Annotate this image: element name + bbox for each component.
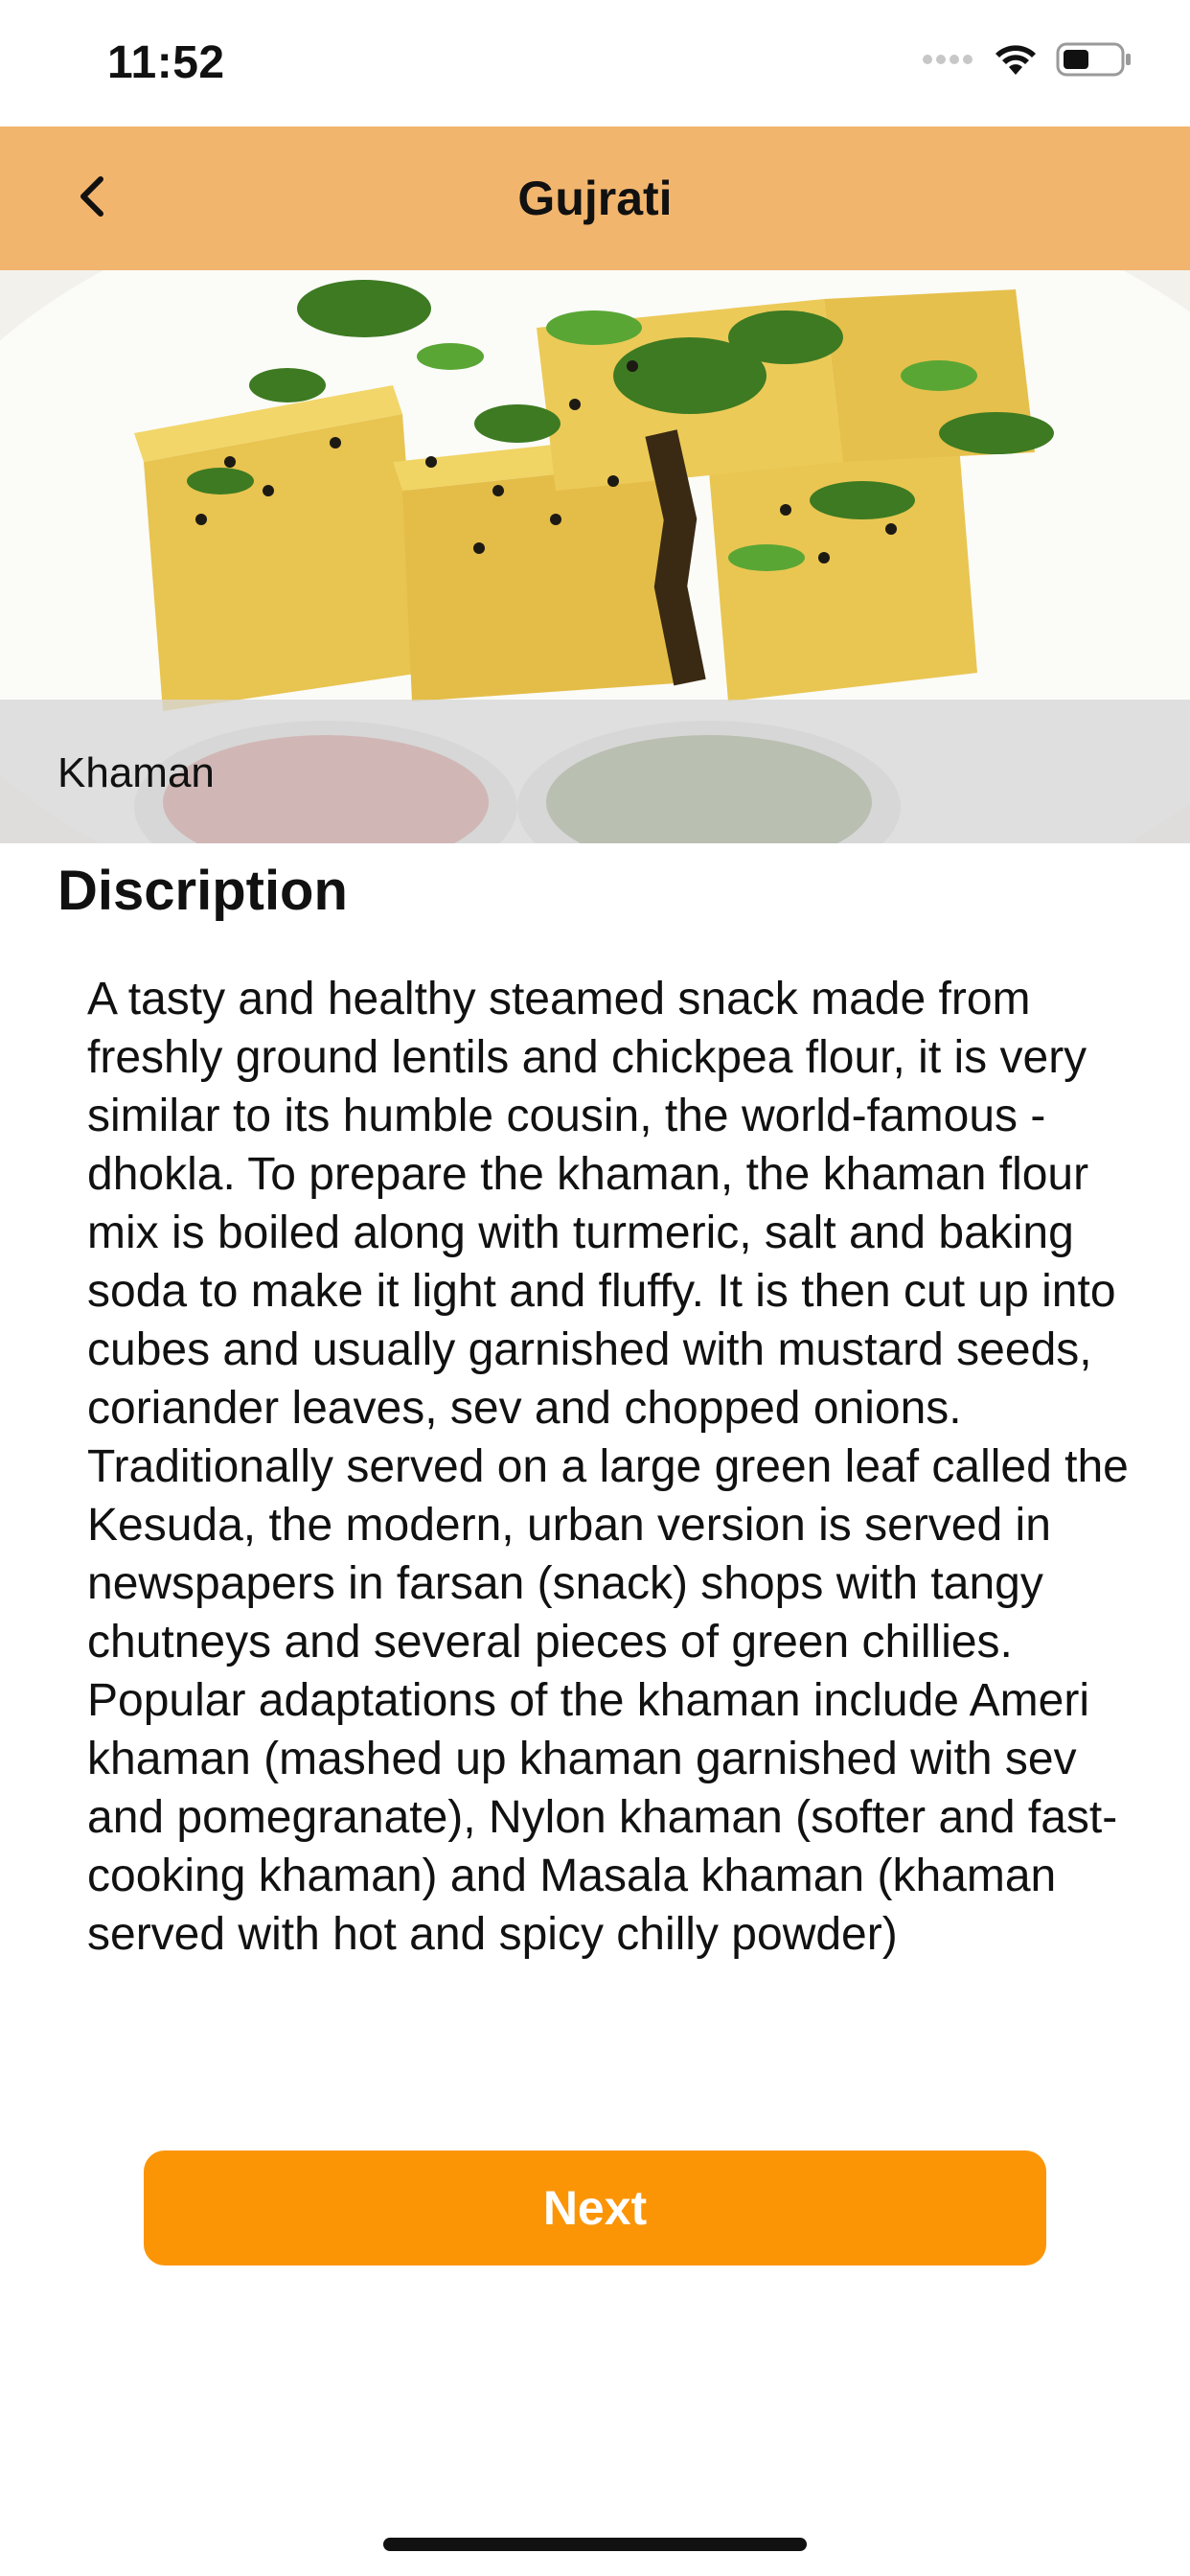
status-time: 11:52 [107,37,225,88]
status-icons [922,42,1133,80]
dish-image: Khaman [0,270,1190,843]
home-indicator[interactable] [383,2538,807,2551]
status-bar: 11:52 [0,0,1190,126]
description-text: A tasty and healthy steamed snack made f… [87,974,1129,1960]
navigation-bar: Gujrati [0,126,1190,270]
page-title: Gujrati [517,172,673,225]
description-heading: Discription [57,860,348,922]
battery-icon [1056,41,1133,82]
wifi-icon [993,42,1039,81]
signal-dots-icon [922,53,975,71]
dish-name: Khaman [57,749,215,796]
dish-caption-bar: Khaman [0,700,1190,843]
next-button[interactable]: Next [144,2150,1046,2266]
